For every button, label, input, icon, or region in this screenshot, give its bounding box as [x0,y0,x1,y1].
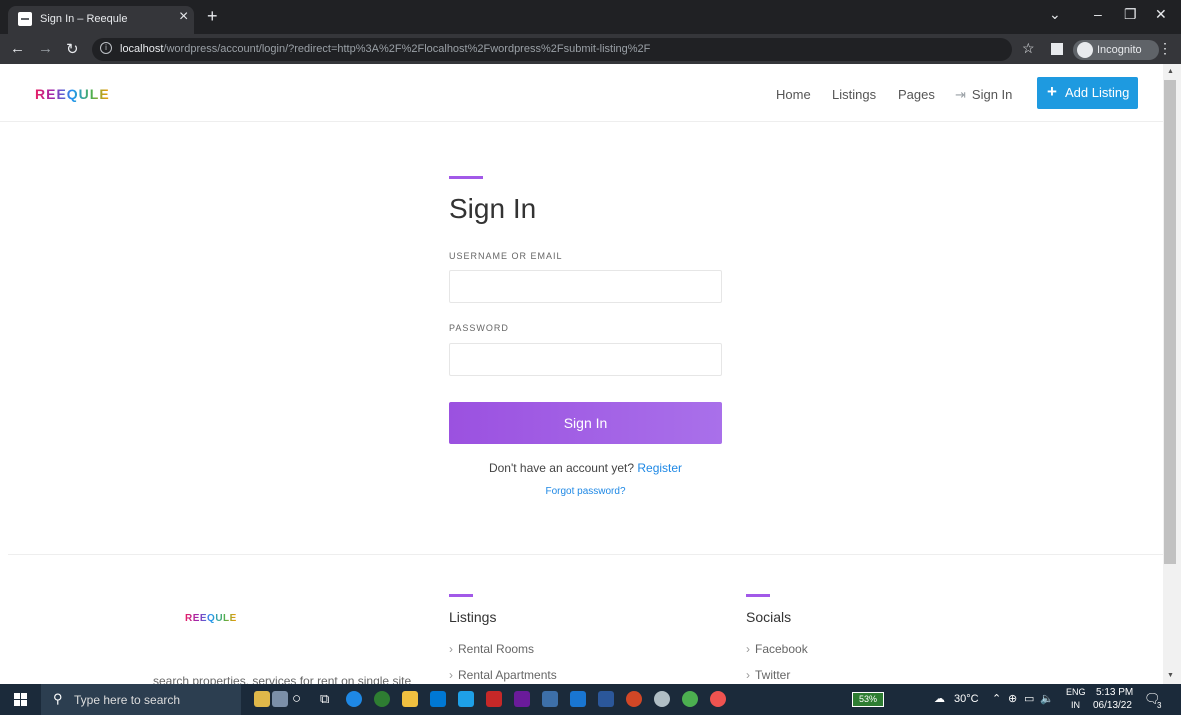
signin-accent-line [449,176,483,179]
sign-in-button[interactable]: Sign In [449,402,722,444]
vscode-icon[interactable] [570,691,586,707]
close-window-icon[interactable]: ✕ [1155,6,1167,23]
new-tab-icon[interactable]: + [207,6,218,27]
ide-icon[interactable] [514,691,530,707]
chevron-right-icon: › [449,642,453,656]
volume-icon[interactable]: 🔈 [1040,692,1054,705]
page-title: Sign In [449,193,537,224]
tab-close-icon[interactable]: × [179,8,188,26]
search-icon: ⚲ [53,691,63,706]
browser-menu-icon[interactable]: ⋮ [1158,40,1172,57]
footer-link-rental-apartments[interactable]: › Rental Apartments [449,668,557,682]
password-label: PASSWORD [449,323,509,333]
file-explorer-icon[interactable] [402,691,418,707]
nav-sign-in[interactable]: ⇥ Sign In [955,87,1012,103]
register-link[interactable]: Register [637,461,682,475]
xbox-icon[interactable] [374,691,390,707]
username-input[interactable] [449,270,722,303]
word-icon[interactable] [598,691,614,707]
taskbar-widget-icon[interactable] [254,691,270,707]
bookmark-star-icon[interactable]: ☆ [1022,40,1035,57]
page-scroll-thumb[interactable] [1164,80,1176,564]
antivirus-icon[interactable] [486,691,502,707]
weather-temp[interactable]: 30°C [954,693,979,705]
minimize-icon[interactable]: – [1094,6,1102,22]
tab-title: Sign In – Reequle [40,13,128,25]
footer-divider [8,554,1163,555]
chevron-right-icon: › [449,668,453,682]
footer-logo[interactable]: REEQULE [185,613,237,624]
footer-tagline: search properties, services for rent on … [153,674,412,684]
sign-in-icon: ⇥ [955,87,966,102]
footer-socials-heading: Socials [746,609,792,625]
password-input[interactable] [449,343,722,376]
tray-chevron-icon[interactable]: ⌃ [992,692,1001,705]
incognito-icon [1077,42,1093,58]
taskbar-search[interactable]: ⚲ Type here to search [41,684,241,715]
launcher-l-icon[interactable] [458,691,474,707]
windows-start-icon[interactable] [14,693,27,706]
scroll-down-icon[interactable]: ▼ [1167,672,1174,679]
taskbar-search-placeholder: Type here to search [74,693,181,707]
store-icon[interactable] [430,691,446,707]
page-content: REEQULE Home Listings Pages ⇥ Sign In + A… [0,64,1163,684]
footer-link-twitter[interactable]: › Twitter [746,668,790,682]
tab-search-chevron-icon[interactable]: ⌄ [1049,6,1061,23]
weather-icon[interactable]: ☁ [934,692,945,705]
network-icon[interactable]: ⊕ [1008,692,1017,705]
forgot-password-link[interactable]: Forgot password? [449,486,722,497]
footer-link-rental-rooms[interactable]: › Rental Rooms [449,642,534,656]
taskbar-widget-icon-2[interactable] [272,691,288,707]
add-listing-label: Add Listing [1065,85,1130,100]
chrome-incognito-icon[interactable] [710,691,726,707]
incognito-label: Incognito [1097,44,1142,56]
tab-favicon-icon [18,12,32,26]
display-icon[interactable]: ▭ [1024,692,1034,705]
register-prompt-text: Don't have an account yet? [488,461,635,475]
site-header: REEQULE Home Listings Pages ⇥ Sign In + A… [0,64,1163,122]
nav-home[interactable]: Home [776,87,811,102]
side-panel-icon[interactable] [1051,43,1063,55]
plus-icon: + [1047,82,1057,101]
nav-sign-in-label: Sign In [971,87,1013,102]
back-icon[interactable]: ← [10,40,25,57]
site-info-icon[interactable]: i [100,42,112,54]
site-logo[interactable]: REEQULE [35,86,110,102]
cortana-icon[interactable]: ○ [292,690,301,707]
browser-toolbar: ← → ↻ i localhost/wordpress/account/logi… [0,34,1181,64]
powerpoint-icon[interactable] [626,691,642,707]
clock-date[interactable]: 06/13/22 [1093,700,1132,711]
chrome-icon[interactable] [682,691,698,707]
footer-link-facebook[interactable]: › Facebook [746,642,808,656]
forward-icon[interactable]: → [38,40,53,57]
nav-pages[interactable]: Pages [898,87,935,102]
lang-top[interactable]: ENG [1066,687,1086,697]
username-label: USERNAME OR EMAIL [449,251,563,261]
incognito-badge[interactable]: Incognito [1073,40,1159,60]
chevron-right-icon: › [746,668,750,682]
battery-indicator[interactable]: 53% [852,692,884,707]
browser-tab[interactable]: Sign In – Reequle × [8,6,194,34]
scroll-up-icon[interactable]: ▲ [1167,68,1174,75]
browser-tabbar: Sign In – Reequle × + ⌄ – ❐ ✕ [0,0,1181,34]
tool-icon[interactable] [542,691,558,707]
address-bar[interactable]: i localhost/wordpress/account/login/?red… [92,38,1012,61]
address-url: localhost/wordpress/account/login/?redir… [120,43,651,55]
listings-accent-line [449,594,473,597]
add-listing-button[interactable]: + Add Listing [1037,77,1138,109]
nav-listings[interactable]: Listings [832,87,876,102]
lang-bottom[interactable]: IN [1071,700,1080,710]
notification-count: 3 [1157,701,1162,710]
task-view-icon[interactable]: ⧉ [320,691,329,707]
os-taskbar: ⚲ Type here to search ○ ⧉ 53% ☁ 30°C ⌃ ⊕… [0,684,1181,715]
register-prompt: Don't have an account yet? Register [449,461,722,475]
footer-listings-heading: Listings [449,609,497,625]
reload-icon[interactable]: ↻ [66,40,79,58]
app-icon[interactable] [654,691,670,707]
chevron-right-icon: › [746,642,750,656]
clock-time[interactable]: 5:13 PM [1096,687,1133,698]
edge-icon[interactable] [346,691,362,707]
socials-accent-line [746,594,770,597]
maximize-icon[interactable]: ❐ [1124,6,1137,23]
